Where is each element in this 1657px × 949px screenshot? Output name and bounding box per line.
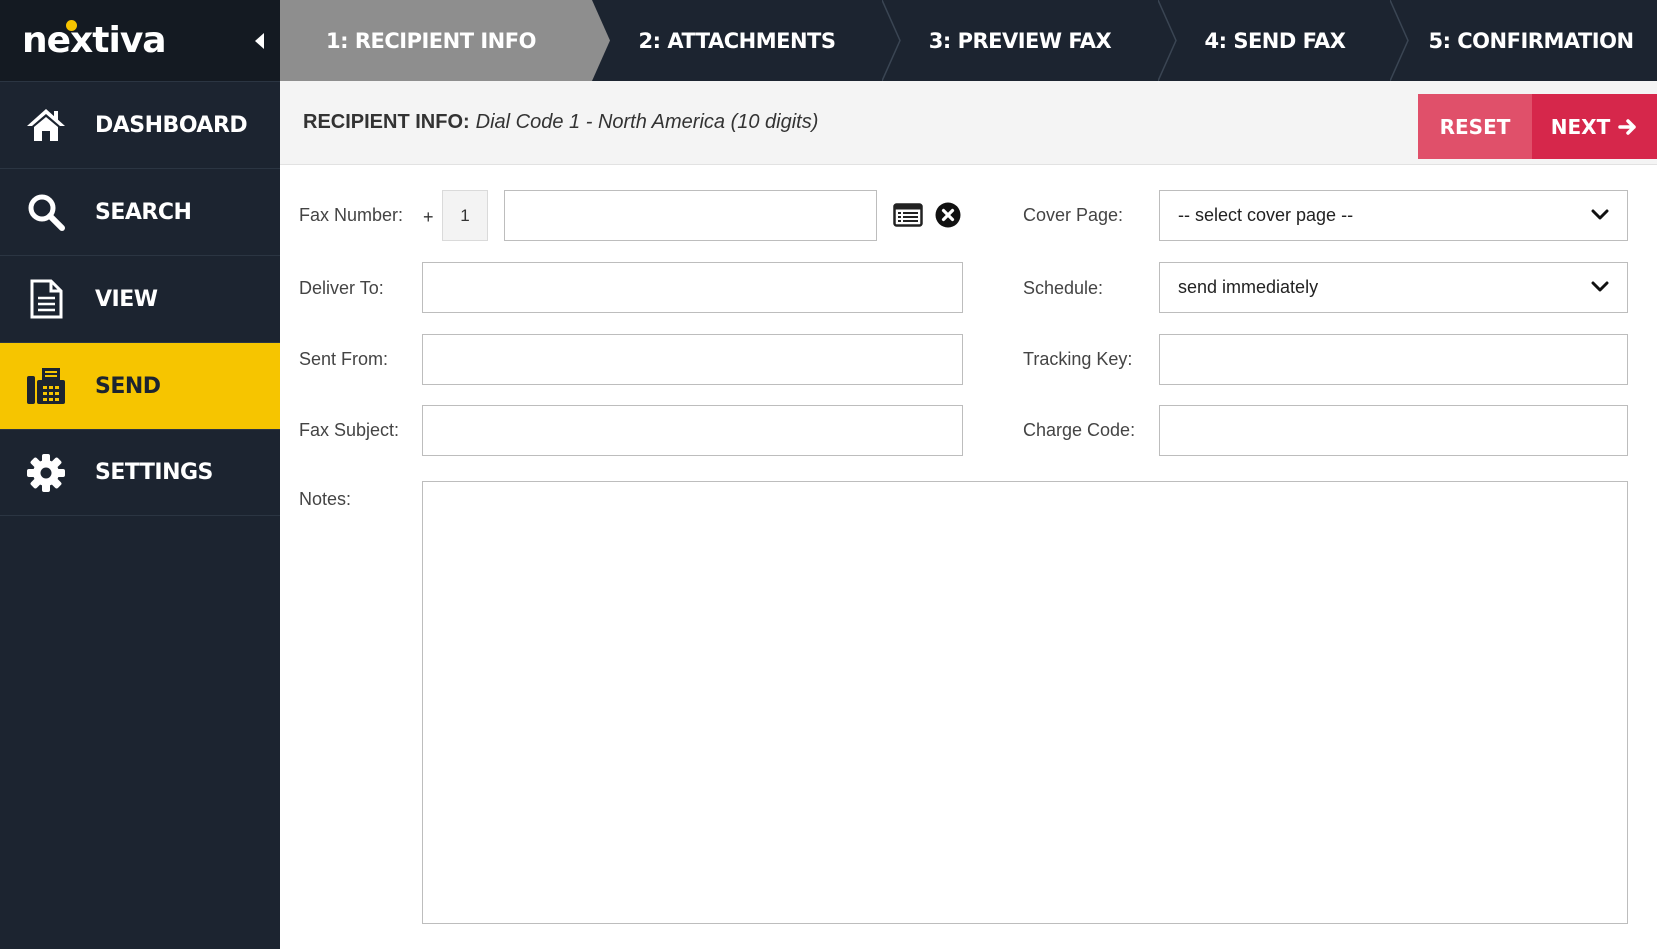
cover-page-value: -- select cover page -- xyxy=(1178,205,1354,225)
step-send-fax[interactable]: 4: SEND FAX xyxy=(1160,0,1390,81)
dial-code-value: 1 xyxy=(460,205,470,225)
step-confirmation[interactable]: 5: CONFIRMATION xyxy=(1405,0,1657,81)
sent-from-input[interactable] xyxy=(423,335,962,384)
step-label: 4: SEND FAX xyxy=(1204,28,1347,53)
sidebar-item-dashboard[interactable]: DASHBOARD xyxy=(0,81,280,168)
fax-icon xyxy=(26,366,66,406)
section-header: RECIPIENT INFO: Dial Code 1 - North Amer… xyxy=(280,81,1657,165)
step-label: 1: RECIPIENT INFO xyxy=(326,28,536,53)
fax-subject-label: Fax Subject: xyxy=(299,420,400,440)
tracking-key-input[interactable] xyxy=(1160,335,1627,384)
fax-number-input[interactable] xyxy=(505,191,876,240)
notes-label: Notes: xyxy=(299,489,352,509)
search-icon xyxy=(26,192,66,232)
logo-text: nextiva xyxy=(22,20,167,61)
tracking-key-label: Tracking Key: xyxy=(1023,349,1133,369)
document-icon xyxy=(26,279,66,319)
sidebar-item-settings[interactable]: SETTINGS xyxy=(0,429,280,516)
tracking-key-field[interactable] xyxy=(1159,334,1628,385)
address-book-icon[interactable] xyxy=(893,203,923,227)
logo: nextiva xyxy=(22,20,167,61)
sidebar-item-view[interactable]: VIEW xyxy=(0,255,280,342)
deliver-to-label: Deliver To: xyxy=(299,278,384,298)
main-panel: RECIPIENT INFO: Dial Code 1 - North Amer… xyxy=(280,81,1657,949)
home-icon xyxy=(26,105,66,145)
sidebar-item-label: SETTINGS xyxy=(95,460,213,485)
sidebar-item-label: VIEW xyxy=(95,286,158,312)
arrow-right-icon xyxy=(1618,118,1636,135)
sidebar-item-label: DASHBOARD xyxy=(95,112,248,138)
logo-dot xyxy=(66,20,77,31)
schedule-value: send immediately xyxy=(1178,277,1319,297)
dial-code: 1 xyxy=(442,190,488,241)
clear-icon[interactable] xyxy=(935,202,961,228)
sidebar-item-search[interactable]: SEARCH xyxy=(0,168,280,255)
fax-number-field[interactable] xyxy=(504,190,877,241)
chevron-down-icon xyxy=(1591,281,1609,292)
reset-button[interactable]: RESET xyxy=(1418,94,1532,159)
step-attachments[interactable]: 2: ATTACHMENTS xyxy=(592,0,882,81)
notes-textarea[interactable] xyxy=(423,482,1627,923)
cover-page-label: Cover Page: xyxy=(1023,205,1124,225)
wizard-steps: 1: RECIPIENT INFO 2: ATTACHMENTS 3: PREV… xyxy=(280,0,1657,81)
logo-bar: nextiva xyxy=(0,0,280,81)
charge-code-field[interactable] xyxy=(1159,405,1628,456)
sent-from-label: Sent From: xyxy=(299,349,389,369)
section-title: RECIPIENT INFO: xyxy=(303,111,470,133)
sent-from-field[interactable] xyxy=(422,334,963,385)
step-recipient-info[interactable]: 1: RECIPIENT INFO xyxy=(280,0,592,81)
section-subtitle: Dial Code 1 - North America (10 digits) xyxy=(475,111,819,133)
sidebar-item-send[interactable]: SEND xyxy=(0,342,280,429)
step-preview-fax[interactable]: 3: PREVIEW FAX xyxy=(885,0,1155,81)
charge-code-label: Charge Code: xyxy=(1023,420,1136,440)
sidebar-item-label: SEARCH xyxy=(95,199,192,225)
next-button[interactable]: NEXT xyxy=(1532,94,1657,159)
collapse-sidebar-icon[interactable] xyxy=(252,31,266,51)
deliver-to-field[interactable] xyxy=(422,262,963,313)
schedule-select[interactable]: send immediately xyxy=(1159,262,1628,313)
reset-button-label: RESET xyxy=(1439,114,1511,139)
sidebar-item-label: SEND xyxy=(95,373,161,399)
fax-number-label: Fax Number: xyxy=(299,205,404,225)
cover-page-select[interactable]: -- select cover page -- xyxy=(1159,190,1628,241)
deliver-to-input[interactable] xyxy=(423,263,962,312)
fax-subject-field[interactable] xyxy=(422,405,963,456)
notes-field[interactable] xyxy=(422,481,1628,924)
fax-subject-input[interactable] xyxy=(423,406,962,455)
schedule-label: Schedule: xyxy=(1023,278,1104,298)
next-button-label: NEXT xyxy=(1550,114,1611,139)
sidebar: nextiva DASHBOARD SEARCH VIEW SEND SETTI… xyxy=(0,0,280,949)
step-label: 2: ATTACHMENTS xyxy=(638,28,836,53)
gear-icon xyxy=(26,453,66,493)
step-label: 3: PREVIEW FAX xyxy=(928,28,1112,53)
step-label: 5: CONFIRMATION xyxy=(1428,28,1634,53)
charge-code-input[interactable] xyxy=(1160,406,1627,455)
plus-sign: + xyxy=(423,207,434,227)
chevron-down-icon xyxy=(1591,209,1609,220)
